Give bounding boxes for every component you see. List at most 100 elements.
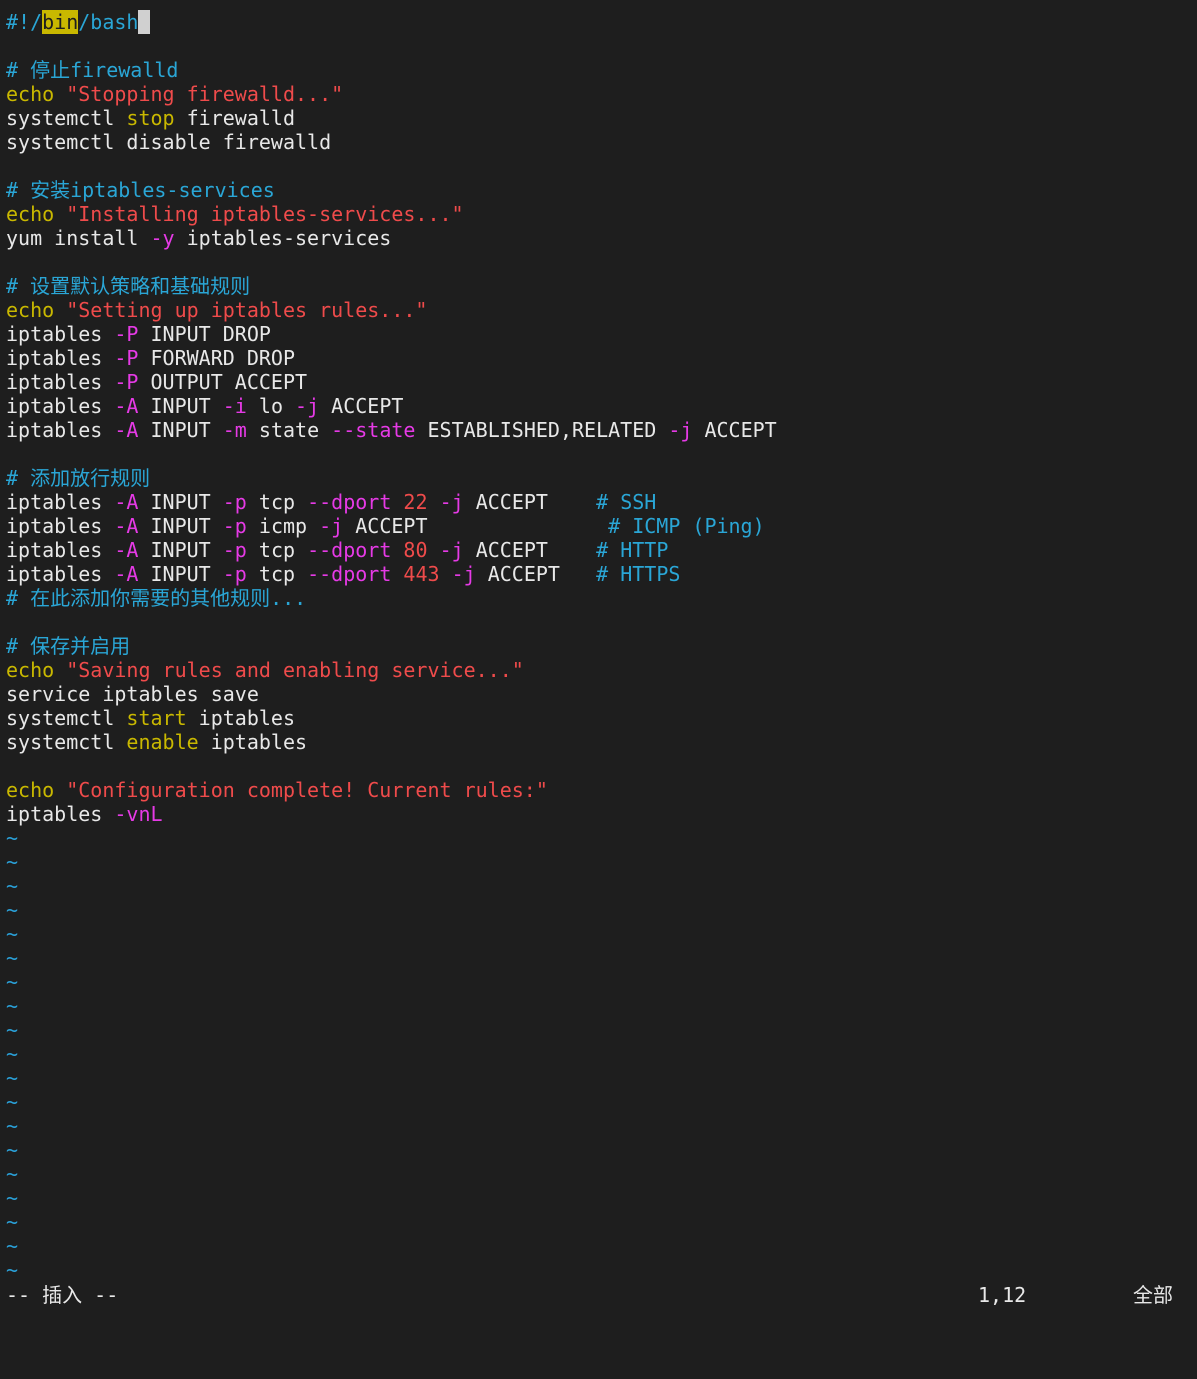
code-line[interactable]: # 添加放行规则 <box>6 466 1197 490</box>
empty-line-tilde: ~ <box>6 1066 19 1090</box>
code-token-flag: --state <box>331 418 416 442</box>
code-token-text: yum install <box>6 226 151 250</box>
code-token-number: 22 <box>403 490 428 514</box>
code-line[interactable]: systemctl start iptables <box>6 706 1197 730</box>
empty-line-tilde: ~ <box>6 946 19 970</box>
code-token-text: iptables <box>6 322 115 346</box>
code-line[interactable]: systemctl disable firewalld <box>6 130 1197 154</box>
code-token-text: iptables-services <box>174 226 392 250</box>
code-line[interactable]: iptables -A INPUT -i lo -j ACCEPT <box>6 394 1197 418</box>
code-token-text: ACCEPT <box>343 514 609 538</box>
code-token-flag: -A <box>114 538 139 562</box>
code-line[interactable]: systemctl enable iptables <box>6 730 1197 754</box>
code-token-text: systemctl <box>6 106 127 130</box>
code-token-text: INPUT <box>138 394 223 418</box>
code-line[interactable]: service iptables save <box>6 682 1197 706</box>
code-token-comment: /bash <box>78 10 139 34</box>
code-token-text: icmp <box>246 514 320 538</box>
code-token-flag: --dport <box>307 490 392 514</box>
code-token-flag: -p <box>222 538 247 562</box>
code-line[interactable]: # 保存并启用 <box>6 634 1197 658</box>
vim-status-bar: -- 插入 -- 1,12 全部 <box>6 1283 1197 1307</box>
code-line[interactable]: iptables -P INPUT DROP <box>6 322 1197 346</box>
code-token-highlight: bin <box>42 10 79 34</box>
code-token-comment: # 停止firewalld <box>6 58 179 82</box>
code-line[interactable]: echo "Installing iptables-services..." <box>6 202 1197 226</box>
empty-line-tilde: ~ <box>6 850 19 874</box>
code-token-flag: -j <box>439 538 464 562</box>
code-token-string: "Stopping firewalld..." <box>66 82 344 106</box>
empty-line-tilde: ~ <box>6 922 19 946</box>
code-token-flag: -p <box>222 562 247 586</box>
code-line[interactable]: iptables -P FORWARD DROP <box>6 346 1197 370</box>
code-token-keyword: echo <box>6 82 55 106</box>
code-line[interactable]: systemctl stop firewalld <box>6 106 1197 130</box>
code-token-text: INPUT <box>138 490 223 514</box>
code-token-flag: -m <box>222 418 247 442</box>
code-token-text: tcp <box>246 538 308 562</box>
code-token-text: systemctl <box>6 730 127 754</box>
code-line[interactable]: echo "Saving rules and enabling service.… <box>6 658 1197 682</box>
code-line[interactable]: iptables -A INPUT -m state --state ESTAB… <box>6 418 1197 442</box>
code-line[interactable] <box>6 250 1197 274</box>
code-token-comment: # HTTPS <box>596 562 681 586</box>
code-token-text: iptables <box>6 802 115 826</box>
empty-line-tilde: ~ <box>6 1138 19 1162</box>
code-line[interactable]: # 设置默认策略和基础规则 <box>6 274 1197 298</box>
code-line[interactable]: echo "Setting up iptables rules..." <box>6 298 1197 322</box>
code-line[interactable]: yum install -y iptables-services <box>6 226 1197 250</box>
code-line[interactable]: echo "Stopping firewalld..." <box>6 82 1197 106</box>
empty-line-tilde: ~ <box>6 1234 19 1258</box>
code-line[interactable]: # 安装iptables-services <box>6 178 1197 202</box>
code-line[interactable]: iptables -A INPUT -p icmp -j ACCEPT # IC… <box>6 514 1197 538</box>
code-line[interactable] <box>6 442 1197 466</box>
empty-line-tilde: ~ <box>6 1210 19 1234</box>
code-token-text: INPUT <box>138 562 223 586</box>
code-token-text: ACCEPT <box>475 562 597 586</box>
empty-line-tilde: ~ <box>6 970 19 994</box>
code-line[interactable] <box>6 754 1197 778</box>
code-token-string: "Setting up iptables rules..." <box>66 298 428 322</box>
code-token-flag: -vnL <box>114 802 163 826</box>
code-line[interactable]: # 在此添加你需要的其他规则... <box>6 586 1197 610</box>
code-token-text: INPUT DROP <box>138 322 271 346</box>
code-token-text: INPUT <box>138 418 223 442</box>
code-line[interactable]: # 停止firewalld <box>6 58 1197 82</box>
code-token-flag: -A <box>114 394 139 418</box>
code-line[interactable]: iptables -A INPUT -p tcp --dport 80 -j A… <box>6 538 1197 562</box>
code-token-string: "Installing iptables-services..." <box>66 202 464 226</box>
code-token-text: OUTPUT ACCEPT <box>138 370 308 394</box>
code-line[interactable] <box>6 154 1197 178</box>
code-line[interactable]: #!/bin/bash <box>6 10 1197 34</box>
code-token-flag: -j <box>319 514 344 538</box>
code-token-text: iptables <box>6 418 115 442</box>
code-token-flag: --dport <box>307 562 392 586</box>
code-line[interactable] <box>6 34 1197 58</box>
code-line[interactable]: iptables -P OUTPUT ACCEPT <box>6 370 1197 394</box>
insert-mode-indicator: -- 插入 -- <box>6 1283 119 1307</box>
code-token-flag: -P <box>114 370 139 394</box>
code-line[interactable]: iptables -vnL <box>6 802 1197 826</box>
code-token-text: ACCEPT <box>463 538 597 562</box>
code-line[interactable]: echo "Configuration complete! Current ru… <box>6 778 1197 802</box>
code-token-comment: # SSH <box>596 490 657 514</box>
code-token-text: ESTABLISHED,RELATED <box>415 418 669 442</box>
code-line[interactable] <box>6 610 1197 634</box>
empty-line-tilde: ~ <box>6 1042 19 1066</box>
vim-editor-buffer[interactable]: #!/bin/bash # 停止firewalld echo "Stopping f… <box>6 10 1197 1282</box>
code-token-flag: -A <box>114 514 139 538</box>
text-cursor <box>138 10 151 34</box>
code-line[interactable]: iptables -A INPUT -p tcp --dport 443 -j … <box>6 562 1197 586</box>
empty-line-tilde: ~ <box>6 826 19 850</box>
code-token-flag: -A <box>114 490 139 514</box>
code-token-text: iptables <box>6 514 115 538</box>
code-token-text: tcp <box>246 562 308 586</box>
scroll-percentage: 全部 <box>1133 1283 1173 1307</box>
code-token-flag: --dport <box>307 538 392 562</box>
code-line[interactable]: iptables -A INPUT -p tcp --dport 22 -j A… <box>6 490 1197 514</box>
